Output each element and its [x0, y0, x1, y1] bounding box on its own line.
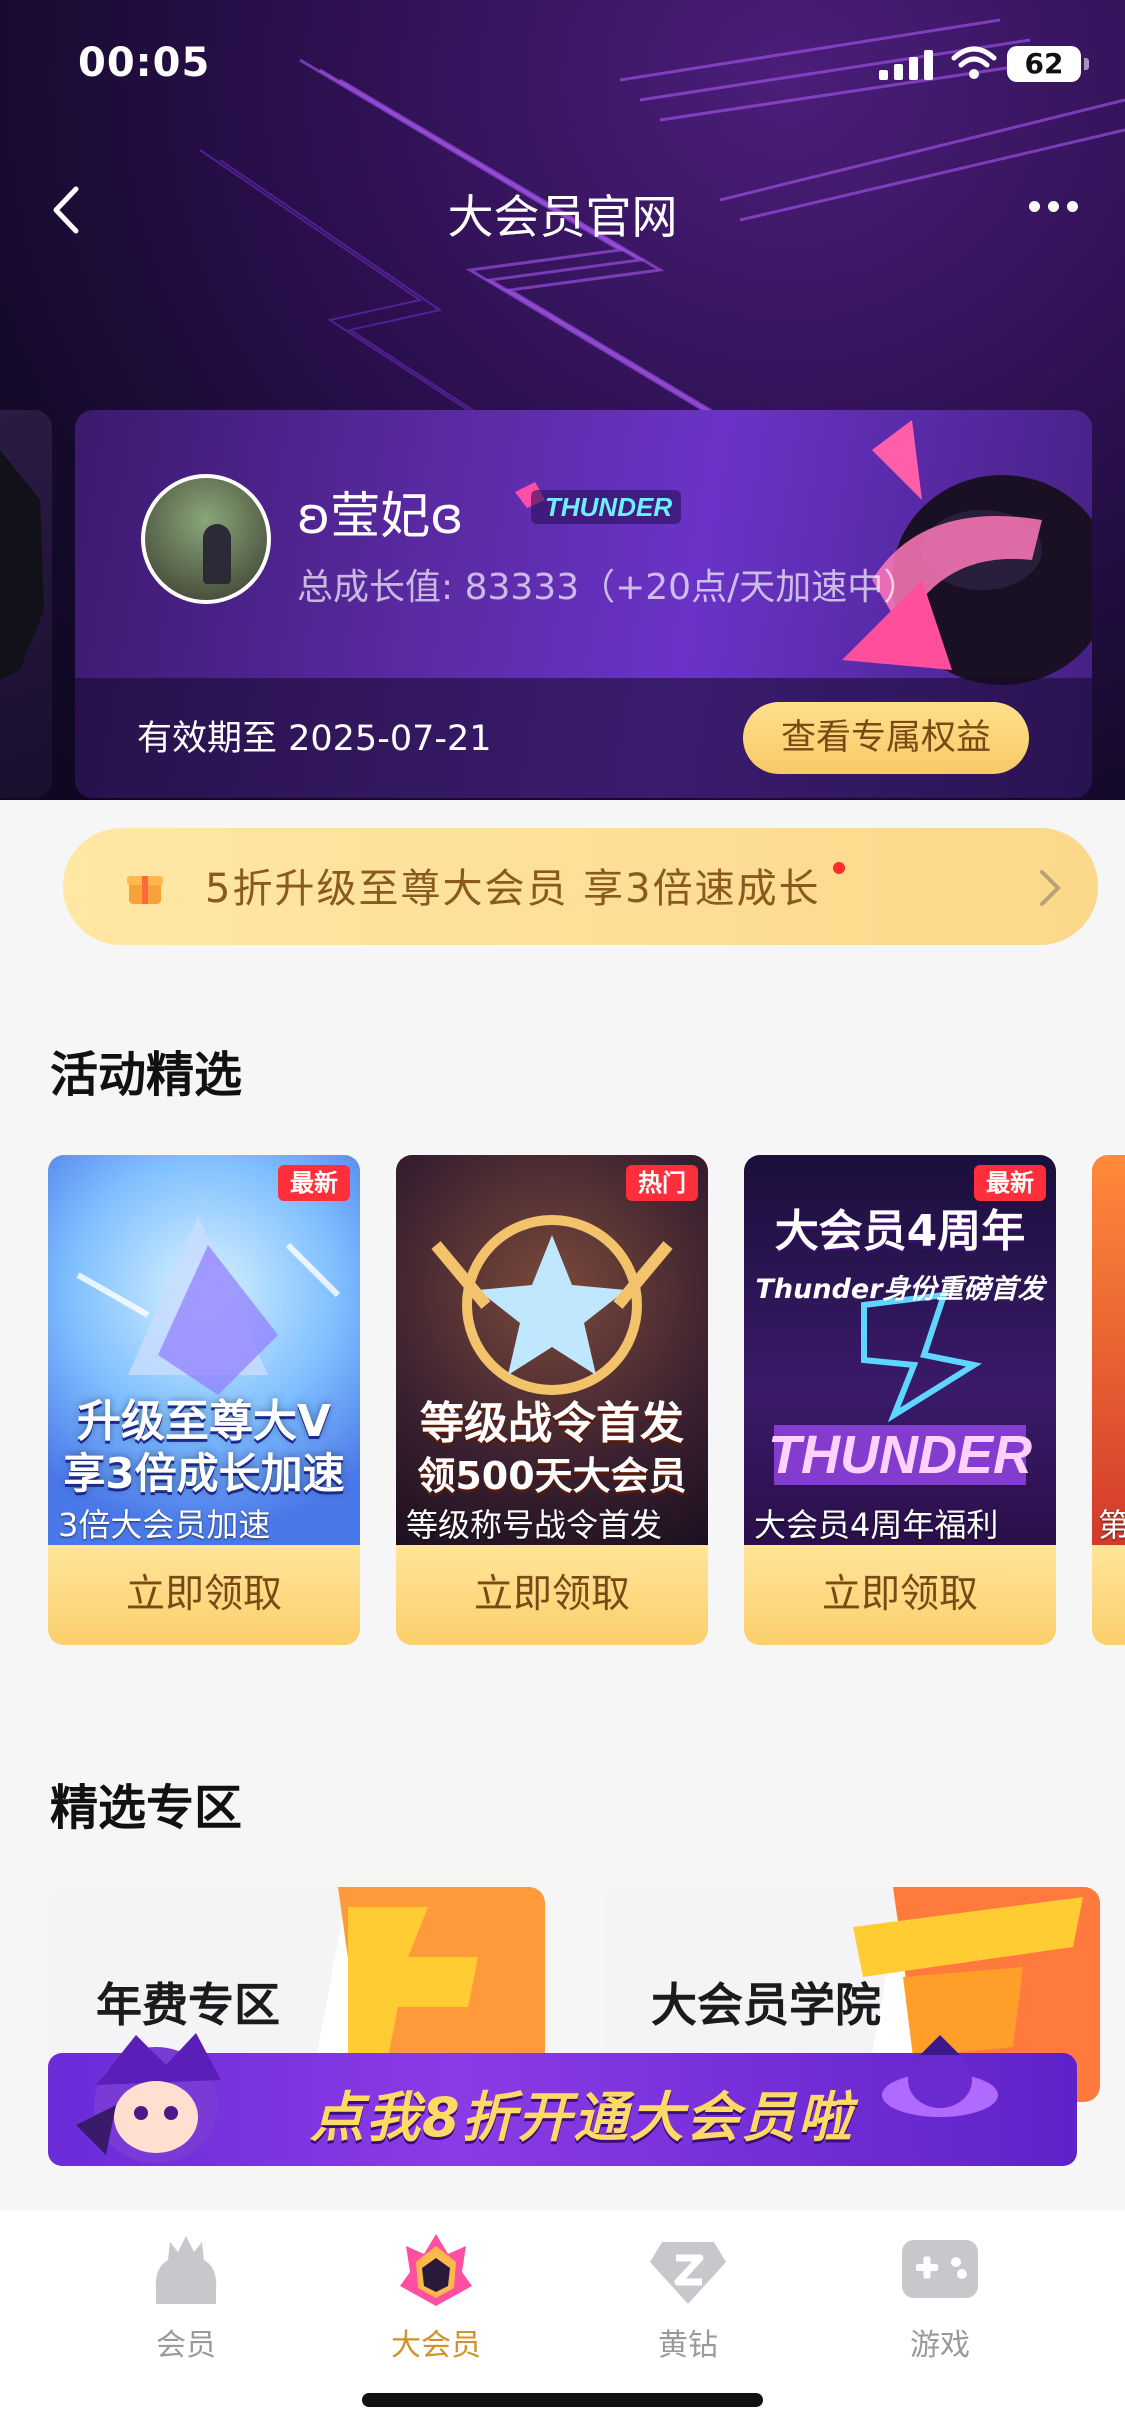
- activity-caption: 等级称号战令首发: [406, 1506, 663, 1544]
- section-title-activities: 活动精选: [50, 1047, 243, 1103]
- activity-caption: 3倍大会员加速: [58, 1506, 271, 1544]
- claim-button[interactable]: 立即领取: [396, 1545, 708, 1645]
- tab-label: 会员: [156, 2328, 216, 2363]
- tab-label: 游戏: [910, 2328, 970, 2363]
- battery-indicator: 62: [1007, 46, 1089, 82]
- yellow-diamond-icon: [650, 2242, 726, 2304]
- mascot-illustration: [76, 2033, 221, 2163]
- upgrade-banner[interactable]: 5折升级至尊大会员 享3倍速成长: [63, 828, 1098, 945]
- activity-caption: 第: [1098, 1506, 1125, 1544]
- claim-button[interactable]: 立即领取: [48, 1545, 360, 1645]
- growth-value: 总成长值: 83333（+20点/天加速中）: [297, 567, 920, 608]
- hero-header: 00:05 62 大会员官网 ʚ莹妃ɞ THUNDER 总成长值: 83333（…: [0, 0, 1125, 800]
- page-title: 大会员官网: [447, 190, 678, 244]
- activity-carousel[interactable]: 最新 升级至尊大V 享3倍成长加速 3倍大会员加速 立即领取 热门 等级战令首发…: [0, 1155, 1125, 1645]
- activity-headline: 等级战令首发: [420, 1398, 684, 1449]
- tab-games[interactable]: 游戏: [860, 2232, 1020, 2382]
- ufo-illustration: [882, 2035, 998, 2117]
- status-bar: 00:05 62: [0, 40, 1125, 100]
- avatar[interactable]: [141, 474, 271, 604]
- helmet-icon: [0, 450, 44, 680]
- tab-label: 黄钻: [658, 2328, 718, 2363]
- tab-member[interactable]: 会员: [106, 2232, 266, 2382]
- thunder-badge-icon: THUNDER: [515, 482, 681, 524]
- tab-yellow-diamond[interactable]: 黄钻: [608, 2232, 768, 2382]
- gift-icon: [127, 876, 163, 904]
- home-indicator: [362, 2393, 763, 2407]
- promo-text: 点我8折开通大会员啦: [310, 2086, 854, 2149]
- activity-card[interactable]: 最新 升级至尊大V 享3倍成长加速 3倍大会员加速 立即领取: [48, 1155, 360, 1645]
- tag-badge: 最新: [278, 1165, 350, 1201]
- upgrade-text: 5折升级至尊大会员 享3倍速成长: [205, 866, 821, 912]
- wifi-icon: [951, 46, 997, 79]
- claim-button-peek[interactable]: [1092, 1545, 1125, 1645]
- helmet-illustration: [842, 420, 1092, 685]
- activity-headline-2: 享3倍成长加速: [63, 1449, 345, 1498]
- activity-caption: 大会员4周年福利: [754, 1506, 999, 1544]
- activity-card-peek[interactable]: 第: [1092, 1155, 1125, 1645]
- zone-title: 大会员学院: [651, 1978, 881, 2032]
- cellular-signal-icon: [879, 50, 933, 80]
- activity-card[interactable]: THUNDER 最新 大会员4周年 Thunder身份重磅首发 大会员4周年福利…: [744, 1155, 1056, 1645]
- previous-card-peek[interactable]: [0, 410, 52, 798]
- view-benefits-button[interactable]: 查看专属权益: [743, 702, 1029, 774]
- activity-card[interactable]: 热门 等级战令首发 领500天大会员 等级称号战令首发 立即领取: [396, 1155, 708, 1645]
- tab-label: 大会员: [391, 2328, 481, 2363]
- member-icon: [155, 2236, 217, 2304]
- more-options-icon[interactable]: [1025, 191, 1085, 221]
- nav-bar: 大会员官网: [0, 175, 1125, 245]
- notification-dot: [833, 862, 845, 874]
- thunder-logo-text: THUNDER: [768, 1425, 1032, 1485]
- activity-headline: 大会员4周年: [774, 1206, 1026, 1257]
- claim-button[interactable]: 立即领取: [744, 1545, 1056, 1645]
- expiry-date: 有效期至 2025-07-21: [137, 719, 492, 759]
- status-time: 00:05: [78, 40, 211, 86]
- super-member-icon: [400, 2234, 472, 2306]
- activity-headline-2: 领500天大会员: [417, 1454, 687, 1498]
- tag-badge: 热门: [626, 1165, 698, 1201]
- activity-headline-2: Thunder身份重磅首发: [755, 1274, 1045, 1305]
- badge-text: THUNDER: [545, 492, 672, 522]
- username: ʚ莹妃ɞ: [297, 487, 464, 545]
- tab-super-member[interactable]: 大会员: [356, 2232, 516, 2382]
- chevron-right-icon: [1040, 870, 1061, 906]
- gamepad-icon: [902, 2240, 978, 2298]
- member-card[interactable]: ʚ莹妃ɞ THUNDER 总成长值: 83333（+20点/天加速中） 有效期至…: [75, 410, 1092, 798]
- section-title-zones: 精选专区: [50, 1780, 243, 1836]
